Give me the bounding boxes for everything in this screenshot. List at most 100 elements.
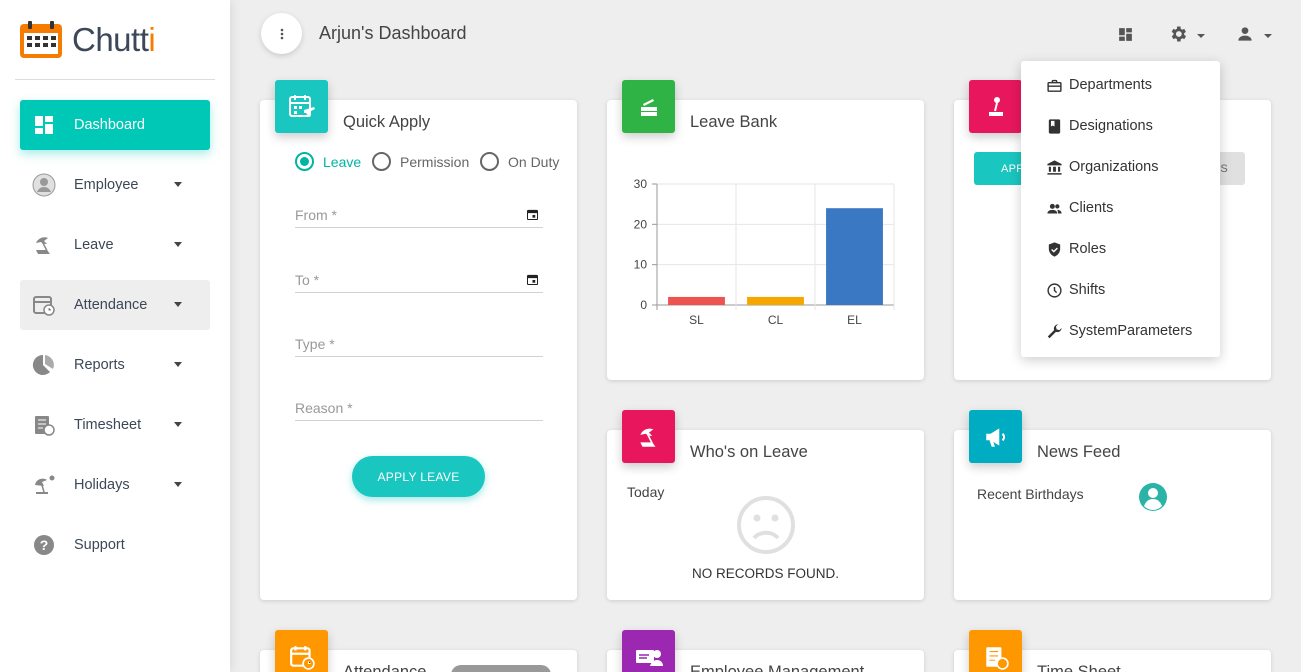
calendar-clock-icon xyxy=(33,296,55,316)
to-date-field[interactable]: To * xyxy=(295,265,543,293)
whos-on-leave-card-header xyxy=(622,410,675,463)
sidebar-item-support[interactable]: ? Support xyxy=(20,520,210,570)
radio-circle xyxy=(372,152,391,171)
pie-chart-icon xyxy=(32,354,54,375)
attendance-card-button[interactable] xyxy=(451,665,551,672)
settings-menu-button[interactable] xyxy=(1168,24,1208,46)
menu-item-label: Organizations xyxy=(1069,159,1159,175)
menu-item-shifts[interactable]: Shifts xyxy=(1046,279,1105,301)
permission-radio[interactable]: Permission xyxy=(372,152,469,171)
holiday-icon xyxy=(35,475,55,494)
type-field[interactable]: Type * xyxy=(295,329,543,357)
time-sheet-card-header xyxy=(969,630,1022,672)
caret-down-icon xyxy=(174,422,182,427)
beach-icon xyxy=(639,428,655,447)
dashboard-view-icon[interactable] xyxy=(1117,26,1134,43)
employee-management-card-header xyxy=(622,630,675,672)
from-date-field[interactable]: From * xyxy=(295,200,543,228)
id-card-icon xyxy=(635,649,663,666)
menu-item-label: Designations xyxy=(1069,118,1153,134)
sidebar-toggle-button[interactable] xyxy=(261,13,302,54)
bar-el[interactable] xyxy=(826,208,883,305)
sidebar-item-label: Attendance xyxy=(74,297,148,313)
sidebar: Chutti Dashboard Employee Leave Attendan… xyxy=(0,0,230,672)
reason-field[interactable]: Reason * xyxy=(295,393,543,421)
sidebar-item-attendance[interactable]: Attendance xyxy=(20,280,210,330)
menu-item-label: Shifts xyxy=(1069,282,1106,298)
leave-bank-title: Leave Bank xyxy=(690,113,778,131)
money-stack-icon xyxy=(640,98,657,116)
help-icon: ? xyxy=(34,535,54,555)
calendar-icon[interactable] xyxy=(527,209,538,220)
radio-label: On Duty xyxy=(508,153,560,170)
caret-down-icon xyxy=(174,182,182,187)
settings-dropdown: Departments Designations Organizations C… xyxy=(1021,61,1220,357)
field-label: Reason * xyxy=(295,400,353,416)
page-title: Arjun's Dashboard xyxy=(319,23,467,43)
button-label: S xyxy=(1220,162,1228,175)
y-tick-label: 0 xyxy=(640,298,647,312)
book-icon xyxy=(1048,118,1061,134)
menu-item-label: Departments xyxy=(1069,77,1153,93)
menu-item-roles[interactable]: Roles xyxy=(1046,238,1106,260)
calendar-icon[interactable] xyxy=(527,274,538,285)
menu-item-label: Roles xyxy=(1069,241,1107,257)
field-label: To * xyxy=(295,272,320,288)
empty-state-text: NO RECORDS FOUND. xyxy=(691,566,839,581)
recent-birthdays-label: Recent Birthdays xyxy=(977,486,1084,502)
divider xyxy=(15,79,215,80)
sidebar-item-employee[interactable]: Employee xyxy=(20,160,210,210)
field-label: Type * xyxy=(295,336,335,352)
menu-item-label: SystemParameters xyxy=(1069,323,1193,339)
user-icon xyxy=(1238,27,1252,41)
wrench-icon xyxy=(1047,323,1062,338)
sidebar-item-label: Support xyxy=(74,537,125,553)
x-tick-label: CL xyxy=(768,313,784,327)
person-icon xyxy=(32,173,56,197)
third-card-header xyxy=(969,80,1022,133)
calendar-logo-icon xyxy=(20,21,62,58)
people-icon xyxy=(1047,203,1062,213)
on-duty-radio[interactable]: On Duty xyxy=(480,152,559,171)
svg-text:?: ? xyxy=(40,537,49,553)
bar-cl[interactable] xyxy=(747,296,804,305)
menu-item-organizations[interactable]: Organizations xyxy=(1046,156,1158,178)
leave-bank-chart: 0 10 20 30 SL CL EL xyxy=(634,177,895,327)
leave-bank-card-header xyxy=(622,80,675,133)
attendance-card-header xyxy=(275,630,328,672)
calendar-flight-icon xyxy=(288,94,315,117)
sidebar-item-label: Reports xyxy=(74,357,125,373)
sidebar-item-label: Leave xyxy=(74,237,114,253)
menu-item-systemparameters[interactable]: SystemParameters xyxy=(1046,320,1192,342)
apply-leave-button[interactable]: APPLY LEAVE xyxy=(352,456,485,497)
x-tick-label: SL xyxy=(689,313,704,327)
radio-circle xyxy=(295,152,314,171)
menu-item-label: Clients xyxy=(1069,200,1114,216)
joystick-icon xyxy=(988,96,1003,116)
avatar-icon[interactable] xyxy=(1138,482,1168,512)
more-vert-icon xyxy=(280,28,283,39)
leave-radio[interactable]: Leave xyxy=(295,152,361,171)
timesheet-icon xyxy=(985,646,1009,670)
menu-item-departments[interactable]: Departments xyxy=(1046,74,1152,96)
sidebar-item-label: Employee xyxy=(74,177,139,193)
quick-apply-card-header xyxy=(275,80,328,133)
bar-sl[interactable] xyxy=(668,296,725,305)
gear-icon xyxy=(1171,26,1186,42)
news-feed-card-header xyxy=(969,410,1022,463)
time-sheet-card-title: Time Sheet xyxy=(1037,663,1121,672)
timesheet-icon xyxy=(35,416,55,436)
sad-face-icon xyxy=(737,496,795,554)
sidebar-item-reports[interactable]: Reports xyxy=(20,340,210,390)
user-menu-button[interactable] xyxy=(1235,24,1275,46)
brand-logo[interactable]: Chutti xyxy=(18,20,156,60)
sidebar-item-holidays[interactable]: Holidays xyxy=(20,460,210,510)
caret-down-icon xyxy=(174,362,182,367)
sidebar-item-dashboard[interactable]: Dashboard xyxy=(20,100,210,150)
caret-down-icon xyxy=(174,482,182,487)
menu-item-clients[interactable]: Clients xyxy=(1046,197,1113,219)
menu-item-designations[interactable]: Designations xyxy=(1046,115,1153,137)
radio-label: Leave xyxy=(323,153,362,170)
sidebar-item-leave[interactable]: Leave xyxy=(20,220,210,270)
sidebar-item-timesheet[interactable]: Timesheet xyxy=(20,400,210,450)
